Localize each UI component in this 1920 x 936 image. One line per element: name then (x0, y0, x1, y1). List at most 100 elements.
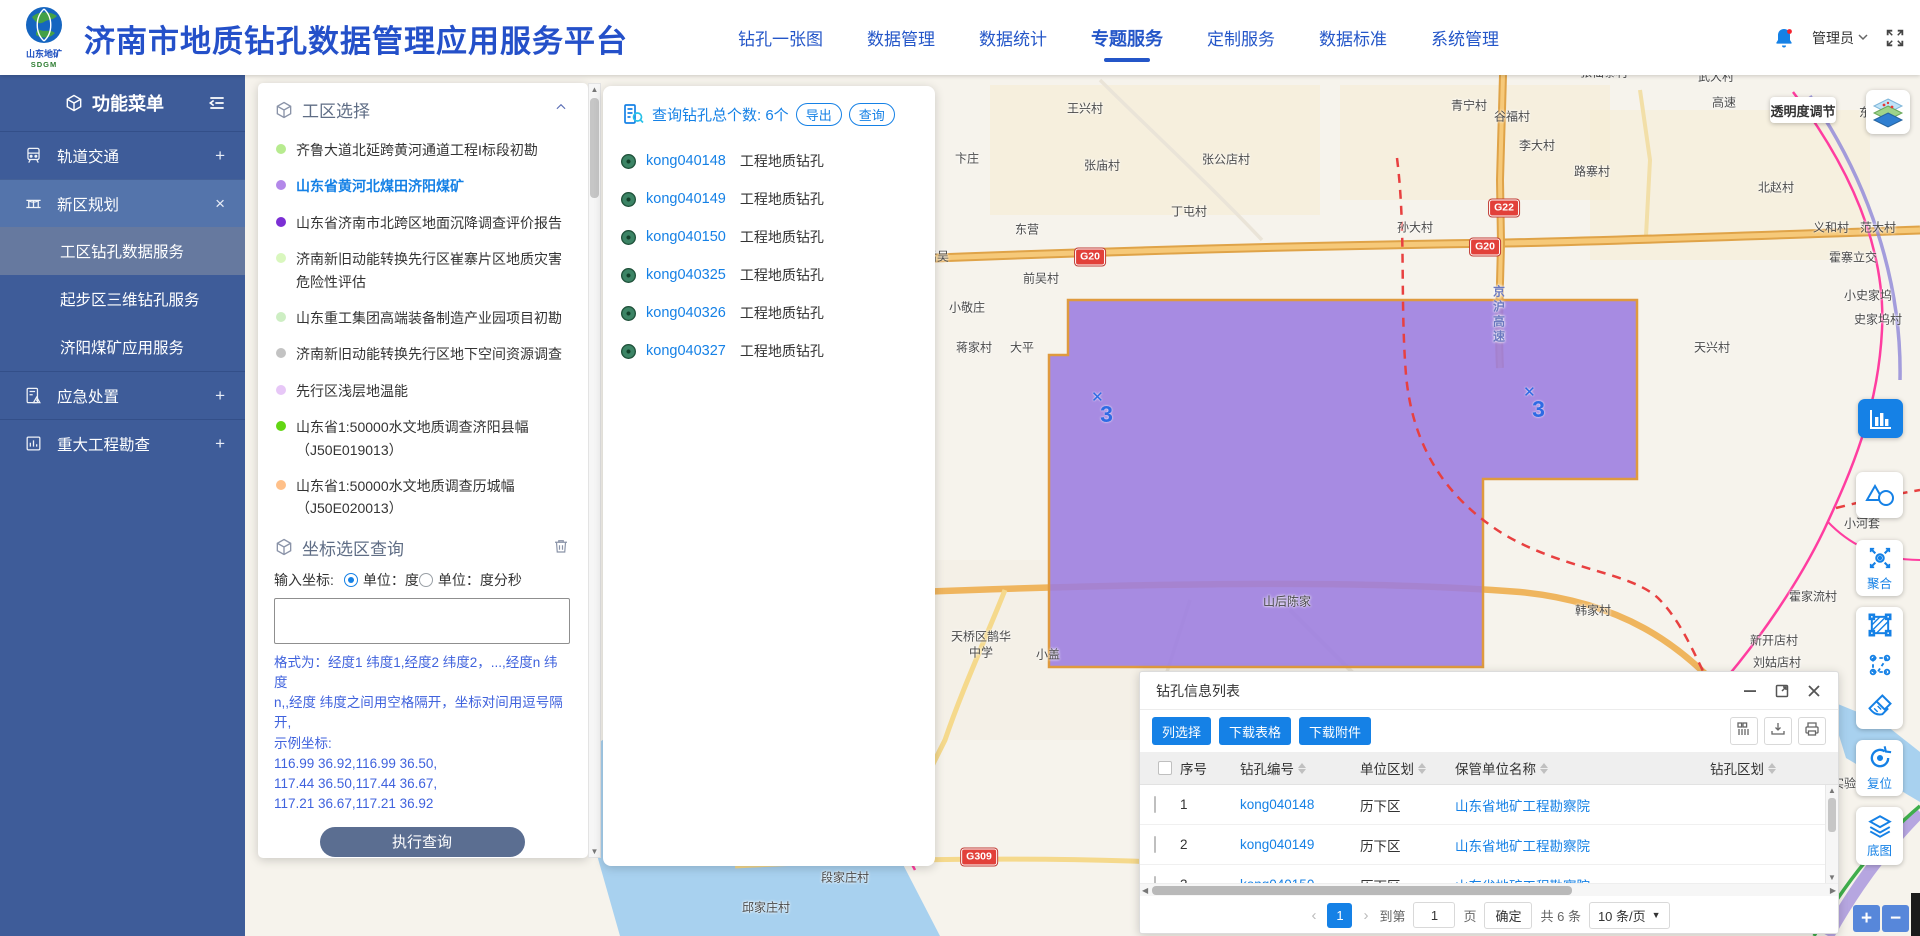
maximize-icon[interactable] (1774, 683, 1790, 699)
row-checkbox[interactable] (1154, 836, 1156, 853)
table-column-header[interactable] (1140, 761, 1180, 775)
borehole-id-link[interactable]: kong040148 (646, 153, 726, 169)
table-column-header[interactable]: 保管单位名称 (1455, 758, 1710, 778)
sidebar-item-toggle[interactable]: + (215, 386, 225, 406)
borehole-id-link[interactable]: kong040327 (646, 343, 726, 359)
borehole-list-item[interactable]: kong040325 工程地质钻孔 (621, 256, 917, 294)
sidebar-item[interactable]: 重大工程勘查 + (0, 419, 245, 467)
node-select-icon[interactable] (1866, 651, 1894, 684)
print-button[interactable] (1798, 717, 1826, 745)
cluster-toggle-button[interactable]: 聚合 (1856, 540, 1903, 596)
trash-icon[interactable] (552, 537, 570, 555)
workarea-scrollbar[interactable]: ▲ ▼ (588, 83, 601, 858)
sidebar-item[interactable]: 济阳煤矿应用服务 (0, 323, 245, 371)
table-row[interactable]: 2 kong040149 历下区 山东省地矿工程勘察院 (1140, 825, 1838, 865)
workarea-list-item[interactable]: 山东省黄河北煤田济阳煤矿 (274, 168, 570, 204)
coordinates-textarea[interactable] (274, 598, 570, 644)
borehole-id-link[interactable]: kong040149 (646, 191, 726, 207)
fullscreen-icon[interactable] (1884, 27, 1906, 49)
borehole-list-item[interactable]: kong040149 工程地质钻孔 (621, 180, 917, 218)
table-column-header[interactable]: 钻孔编号 (1240, 758, 1360, 778)
table-button[interactable]: 下载附件 (1299, 717, 1371, 745)
nav-item[interactable]: 专题服务 (1091, 25, 1163, 51)
borehole-cluster-marker[interactable]: ✕3 (1091, 393, 1113, 423)
workarea-list-item[interactable]: 济南新旧动能转换先行区崔寨片区地质灾害危险性评估 (274, 241, 570, 300)
basemap-switcher-thumbnail[interactable] (1866, 90, 1910, 134)
nav-item[interactable]: 数据标准 (1319, 25, 1387, 50)
sidebar-item-toggle[interactable]: + (215, 434, 225, 454)
workarea-list-item[interactable]: 齐鲁大道北延跨黄河通道工程I标段初勘 (274, 132, 570, 168)
nav-item[interactable]: 数据管理 (867, 25, 935, 50)
page-number-current[interactable]: 1 (1327, 903, 1352, 928)
cell-borehole-id[interactable]: kong040149 (1240, 837, 1360, 852)
page-size-select[interactable]: 10 条/页 ▼ (1589, 902, 1670, 929)
table-row[interactable]: 3 kong040150 历下区 山东省地矿工程勘察院 (1140, 865, 1838, 883)
borehole-list-item[interactable]: kong040327 工程地质钻孔 (621, 332, 917, 370)
sort-icon[interactable] (1540, 763, 1548, 774)
sort-icon[interactable] (1298, 763, 1306, 774)
statistics-chart-button[interactable] (1858, 399, 1903, 438)
table-button[interactable]: 下载表格 (1219, 717, 1291, 745)
workarea-list-item[interactable]: 济南新旧动能转换先行区地下空间资源调查 (274, 336, 570, 372)
zoom-out-button[interactable]: − (1882, 905, 1909, 932)
column-settings-button[interactable] (1730, 717, 1758, 745)
user-menu[interactable]: 管理员 (1812, 28, 1868, 48)
borehole-cluster-marker[interactable]: ✕3 (1523, 388, 1545, 418)
row-checkbox[interactable] (1154, 876, 1156, 883)
nav-item[interactable]: 系统管理 (1431, 25, 1499, 50)
sidebar-item[interactable]: 轨道交通 + (0, 131, 245, 179)
prev-page-arrow[interactable]: ‹ (1308, 907, 1319, 924)
clear-broom-icon[interactable] (1866, 692, 1894, 725)
sort-icon[interactable] (1768, 763, 1776, 774)
query-button[interactable]: 查询 (849, 103, 895, 126)
workarea-list-item[interactable]: 山东重工集团高端装备制造产业园项目初勘 (274, 300, 570, 336)
notification-bell-icon[interactable] (1772, 26, 1796, 50)
reset-view-button[interactable]: 复位 (1856, 740, 1903, 796)
workarea-list-item[interactable]: 山东省济南市北跨区地面沉降调查评价报告 (274, 205, 570, 241)
streetview-control-partial[interactable] (1911, 893, 1920, 936)
zoom-in-button[interactable]: + (1853, 905, 1880, 932)
table-column-header[interactable]: 钻孔区划 (1710, 758, 1838, 778)
borehole-id-link[interactable]: kong040326 (646, 305, 726, 321)
run-query-button[interactable]: 执行查询 (320, 827, 525, 857)
goto-page-input[interactable] (1413, 902, 1455, 928)
nav-item[interactable]: 数据统计 (979, 25, 1047, 50)
borehole-list-item[interactable]: kong040326 工程地质钻孔 (621, 294, 917, 332)
next-page-arrow[interactable]: › (1360, 907, 1371, 924)
table-column-header[interactable]: 序号 (1180, 758, 1240, 778)
opacity-adjust-button[interactable]: 透明度调节 (1770, 97, 1836, 123)
sidebar-item[interactable]: 工区钻孔数据服务 (0, 227, 245, 275)
close-icon[interactable] (1806, 683, 1822, 699)
table-horizontal-scrollbar[interactable]: ◀ ▶ (1140, 883, 1838, 896)
cell-borehole-id[interactable]: kong040148 (1240, 797, 1360, 812)
table-vertical-scrollbar[interactable]: ▲▼ (1825, 785, 1838, 883)
table-row[interactable]: 1 kong040148 历下区 山东省地矿工程勘察院 (1140, 785, 1838, 825)
sidebar-item-toggle[interactable]: + (215, 146, 225, 166)
sort-icon[interactable] (1418, 763, 1426, 774)
row-checkbox[interactable] (1154, 796, 1156, 813)
borehole-id-link[interactable]: kong040150 (646, 229, 726, 245)
basemap-button[interactable]: 底图 (1856, 807, 1903, 865)
nav-item[interactable]: 钻孔一张图 (738, 25, 823, 50)
cell-org[interactable]: 山东省地矿工程勘察院 (1455, 875, 1710, 884)
borehole-list-item[interactable]: kong040150 工程地质钻孔 (621, 218, 917, 256)
cell-org[interactable]: 山东省地矿工程勘察院 (1455, 835, 1710, 855)
sidebar-item[interactable]: 应急处置 + (0, 371, 245, 419)
table-button[interactable]: 列选择 (1152, 717, 1211, 745)
borehole-list-item[interactable]: kong040148 工程地质钻孔 (621, 142, 917, 180)
scrollbar-thumb[interactable] (590, 98, 599, 198)
polygon-select-icon[interactable] (1866, 611, 1894, 644)
workarea-list-item[interactable]: 山东省1:50000水文地质调查历城幅（J50E020013） (274, 468, 570, 527)
collapse-menu-icon[interactable] (207, 93, 227, 113)
sidebar-item[interactable]: 新区规划 × (0, 179, 245, 227)
unit-radio[interactable]: 单位：度分秒 (419, 570, 522, 590)
nav-item[interactable]: 定制服务 (1207, 25, 1275, 50)
goto-confirm-button[interactable]: 确定 (1484, 902, 1532, 929)
export-button[interactable]: 导出 (796, 103, 842, 126)
table-column-header[interactable]: 单位区划 (1360, 758, 1455, 778)
select-all-checkbox[interactable] (1158, 761, 1172, 775)
unit-radio[interactable]: 单位：度 (344, 570, 419, 590)
minimize-icon[interactable] (1742, 683, 1758, 699)
sidebar-item-toggle[interactable]: × (215, 194, 225, 214)
draw-shapes-button[interactable] (1856, 472, 1903, 518)
